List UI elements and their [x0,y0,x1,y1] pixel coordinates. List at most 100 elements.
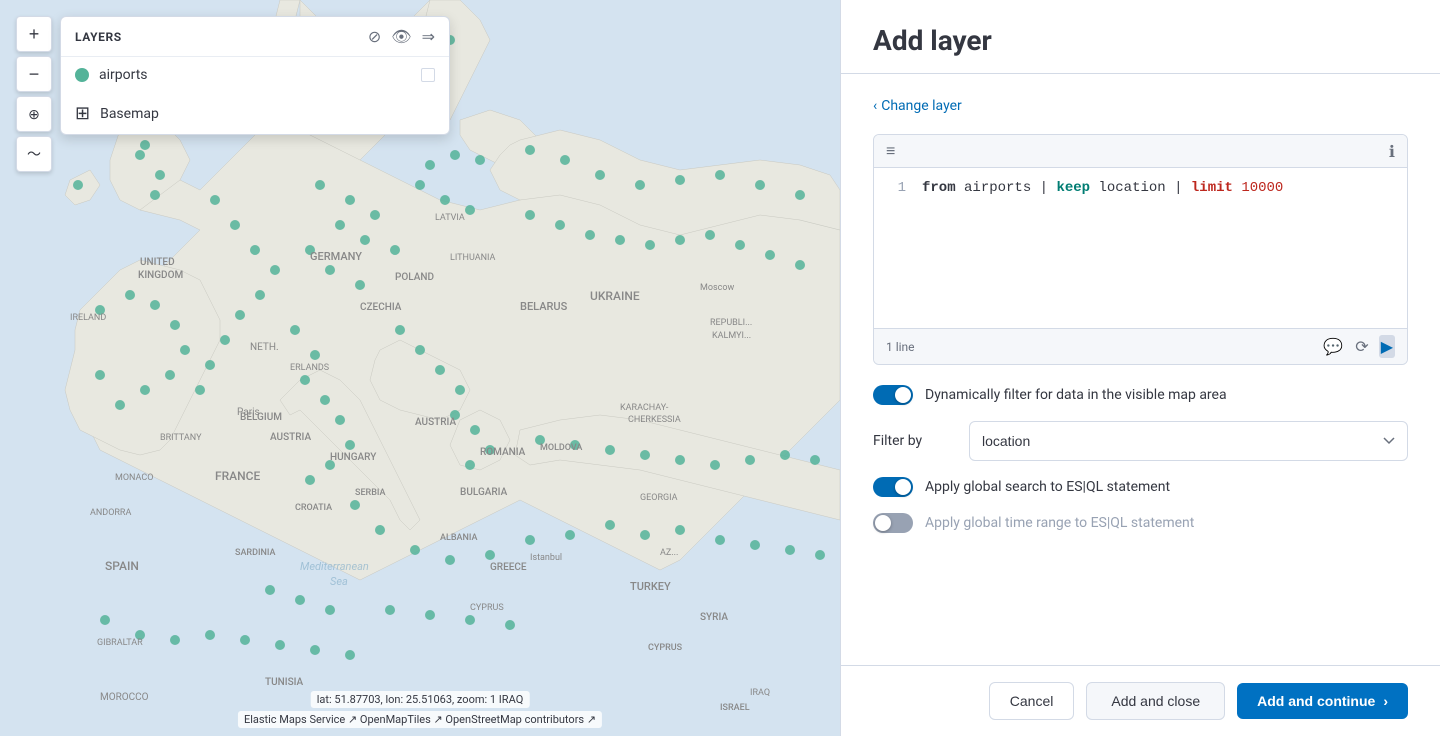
svg-text:ALBANIA: ALBANIA [440,533,477,543]
svg-text:KARACHAY-: KARACHAY- [620,403,669,413]
svg-text:CZECHIA: CZECHIA [360,302,402,313]
layer-airports-checkbox[interactable] [421,68,435,82]
svg-text:BRITTANY: BRITTANY [160,433,202,443]
query-editor: ≡ ℹ 1 from airports | keep location | li… [873,134,1408,365]
svg-text:Paris: Paris [237,407,260,418]
kw-number: 10000 [1241,180,1283,196]
svg-text:HUNGARY: HUNGARY [330,452,377,463]
change-layer-link[interactable]: ‹ Change layer [873,98,1408,114]
panel-title: Add layer [873,24,1408,57]
layers-title: LAYERS [75,30,122,44]
zoom-out-button[interactable]: − [16,56,52,92]
query-footer: 1 line 💬 ⟳ ▶ [874,328,1407,364]
kw-from: from [922,180,956,196]
line-count: 1 line [886,340,915,354]
global-time-toggle[interactable] [873,513,913,533]
layers-show-icon[interactable]: 👁 [391,27,411,46]
global-search-row: Apply global search to ES|QL statement [873,477,1408,497]
kw-keep: keep [1056,180,1090,196]
svg-text:LITHUANIA: LITHUANIA [450,253,496,263]
map-attribution: Elastic Maps Service ↗ OpenMapTiles ↗ Op… [238,711,602,728]
svg-text:CYPRUS: CYPRUS [648,643,683,653]
draw-button[interactable]: 〜 [16,136,52,172]
svg-text:TURKEY: TURKEY [630,580,671,593]
svg-text:GIBRALTAR: GIBRALTAR [97,638,143,648]
svg-text:Sea: Sea [330,575,348,588]
svg-text:IRAQ: IRAQ [750,688,770,698]
query-actions: 💬 ⟳ ▶ [1321,335,1395,358]
svg-text:POLAND: POLAND [395,272,434,283]
kw-field: location [1098,180,1165,196]
svg-text:BULGARIA: BULGARIA [460,487,508,498]
add-and-continue-button[interactable]: Add and continue › [1237,683,1408,719]
layers-icons: ⊘ 👁 ⇒ [368,27,435,46]
airport-dot-indicator [75,68,89,82]
zoom-in-button[interactable]: + [16,16,52,52]
kw-pipe1: | [1040,180,1057,196]
query-format-icon[interactable]: ≡ [886,141,895,161]
svg-text:Moscow: Moscow [700,283,734,293]
chevron-left-icon: ‹ [873,98,877,114]
query-body[interactable]: 1 from airports | keep location | limit … [874,168,1407,328]
svg-text:Istanbul: Istanbul [530,553,562,563]
layer-basemap-name: Basemap [100,106,159,122]
add-and-continue-label: Add and continue [1257,693,1375,709]
change-layer-label: Change layer [881,98,962,114]
svg-text:TUNISIA: TUNISIA [265,677,304,688]
chevron-right-icon: › [1383,693,1388,709]
svg-text:ANDORRA: ANDORRA [90,508,131,518]
query-info-icon[interactable]: ℹ [1389,142,1395,161]
svg-text:MOROCCO: MOROCCO [100,692,149,703]
svg-text:ISRAEL: ISRAEL [720,703,750,713]
map-coords: lat: 51.87703, lon: 25.51063, zoom: 1 IR… [311,691,530,708]
global-time-label: Apply global time range to ES|QL stateme… [925,515,1194,531]
svg-text:AUSTRIA: AUSTRIA [270,432,311,443]
layers-panel: LAYERS ⊘ 👁 ⇒ airports ⊞ Basemap [60,16,450,135]
layer-airports[interactable]: airports [61,57,449,93]
locate-button[interactable]: ⊕ [16,96,52,132]
svg-text:SERBIA: SERBIA [355,488,386,498]
basemap-grid-icon: ⊞ [75,103,90,124]
svg-text:KALMYI...: KALMYI... [712,331,751,341]
svg-text:GREECE: GREECE [490,562,527,573]
kw-pipe2: | [1174,180,1191,196]
layers-header: LAYERS ⊘ 👁 ⇒ [61,17,449,57]
svg-text:NETH.: NETH. [250,342,279,353]
query-code[interactable]: from airports | keep location | limit 10… [922,180,1395,316]
query-run-icon[interactable]: ▶ [1379,335,1395,358]
svg-text:FRANCE: FRANCE [215,469,260,483]
global-search-toggle[interactable] [873,477,913,497]
svg-text:GERMANY: GERMANY [310,250,362,263]
svg-text:CHERKESSIA: CHERKESSIA [628,415,681,425]
layer-basemap[interactable]: ⊞ Basemap [61,93,449,134]
map-controls: + − ⊕ 〜 [16,16,52,172]
query-toolbar: ≡ ℹ [874,135,1407,168]
cancel-button[interactable]: Cancel [989,682,1075,720]
query-history-icon[interactable]: ⟳ [1353,335,1370,358]
filter-by-select[interactable]: location coordinates geo_point [969,421,1408,461]
panel-content: ‹ Change layer ≡ ℹ 1 from airports | kee… [841,74,1440,665]
svg-text:AUSTRIA: AUSTRIA [415,417,456,428]
svg-text:CROATIA: CROATIA [295,503,332,513]
add-layer-panel: Add layer ‹ Change layer ≡ ℹ 1 from airp… [840,0,1440,736]
svg-text:GEORGIA: GEORGIA [640,493,678,503]
panel-header: Add layer [841,0,1440,74]
query-comment-icon[interactable]: 💬 [1321,335,1345,358]
layers-more-icon[interactable]: ⇒ [422,27,435,46]
layers-hide-icon[interactable]: ⊘ [368,27,381,46]
svg-text:LATVIA: LATVIA [435,213,465,223]
svg-text:SARDINIA: SARDINIA [235,548,276,558]
svg-text:Mediterranean: Mediterranean [300,560,369,573]
svg-text:ERLANDS: ERLANDS [290,363,329,373]
svg-text:CYPRUS: CYPRUS [470,603,504,613]
global-search-label: Apply global search to ES|QL statement [925,479,1170,495]
filter-by-label: Filter by [873,433,953,449]
layer-airports-name: airports [99,67,411,83]
svg-text:SPAIN: SPAIN [105,559,139,573]
map-container: Mediterranean Sea Baltic Sea NORWAY SWED… [0,0,840,736]
add-and-close-button[interactable]: Add and close [1086,682,1225,720]
dynamic-filter-toggle[interactable] [873,385,913,405]
kw-limit: limit [1191,180,1233,196]
dynamic-filter-row: Dynamically filter for data in the visib… [873,385,1408,405]
svg-text:KINGDOM: KINGDOM [138,270,183,281]
